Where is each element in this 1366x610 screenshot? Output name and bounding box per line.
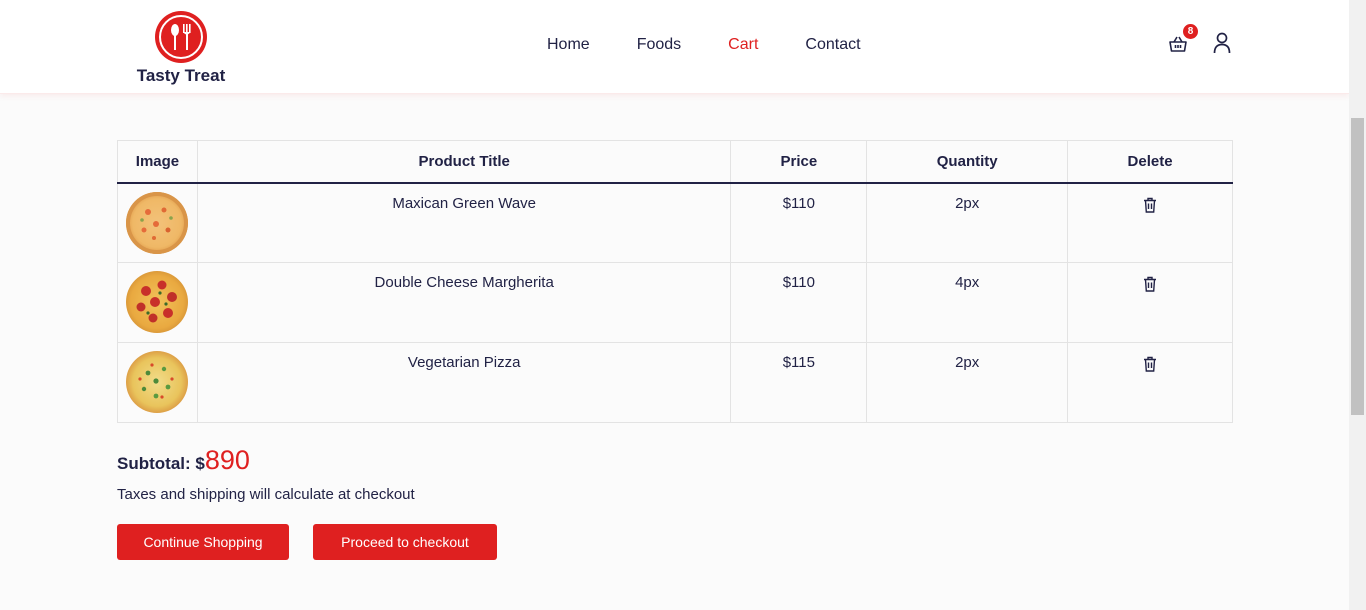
col-product-title: Product Title (196, 140, 732, 184)
product-image (126, 271, 189, 333)
product-price: $110 (730, 262, 868, 343)
trash-icon[interactable] (1143, 197, 1157, 217)
product-image (126, 351, 189, 413)
table-row: Maxican Green Wave $110 2px (117, 182, 1233, 263)
product-price: $110 (730, 182, 868, 263)
table-row: Double Cheese Margherita $110 4px (117, 262, 1233, 343)
product-title: Double Cheese Margherita (196, 262, 732, 343)
product-title: Vegetarian Pizza (196, 342, 732, 423)
col-quantity: Quantity (866, 140, 1069, 184)
subtotal-amount: 890 (204, 445, 250, 475)
scrollbar-thumb[interactable] (1351, 118, 1364, 415)
nav-home[interactable]: Home (547, 36, 590, 54)
user-icon[interactable] (1213, 32, 1231, 54)
nav-foods[interactable]: Foods (637, 36, 681, 54)
continue-shopping-button[interactable]: Continue Shopping (117, 524, 289, 560)
cart-count-badge: 8 (1183, 24, 1198, 39)
product-title: Maxican Green Wave (196, 182, 732, 263)
product-quantity: 2px (866, 342, 1069, 423)
fork-spoon-icon (155, 11, 207, 63)
site-header: Tasty Treat Home Foods Cart Contact 8 (0, 0, 1349, 94)
col-image: Image (117, 140, 198, 184)
main-nav: Home Foods Cart Contact (547, 36, 908, 54)
subtotal-label: Subtotal: $ (117, 454, 205, 473)
proceed-to-checkout-button[interactable]: Proceed to checkout (313, 524, 497, 560)
product-price: $115 (730, 342, 868, 423)
subtotal: Subtotal: $890 (117, 445, 250, 476)
table-row: Vegetarian Pizza $115 2px (117, 342, 1233, 423)
col-price: Price (730, 140, 868, 184)
col-delete: Delete (1067, 140, 1233, 184)
brand-name: Tasty Treat (136, 66, 226, 85)
product-image (126, 191, 189, 254)
table-header-row: Image Product Title Price Quantity Delet… (117, 140, 1233, 184)
cart-table: Image Product Title Price Quantity Delet… (117, 140, 1233, 423)
trash-icon[interactable] (1143, 356, 1157, 376)
trash-icon[interactable] (1143, 276, 1157, 296)
product-quantity: 2px (866, 182, 1069, 263)
nav-cart[interactable]: Cart (728, 36, 758, 54)
tax-note: Taxes and shipping will calculate at che… (117, 486, 415, 503)
nav-contact[interactable]: Contact (805, 36, 860, 54)
logo[interactable]: Tasty Treat (134, 11, 228, 86)
product-quantity: 4px (866, 262, 1069, 343)
page-scrollbar[interactable] (1349, 0, 1366, 610)
